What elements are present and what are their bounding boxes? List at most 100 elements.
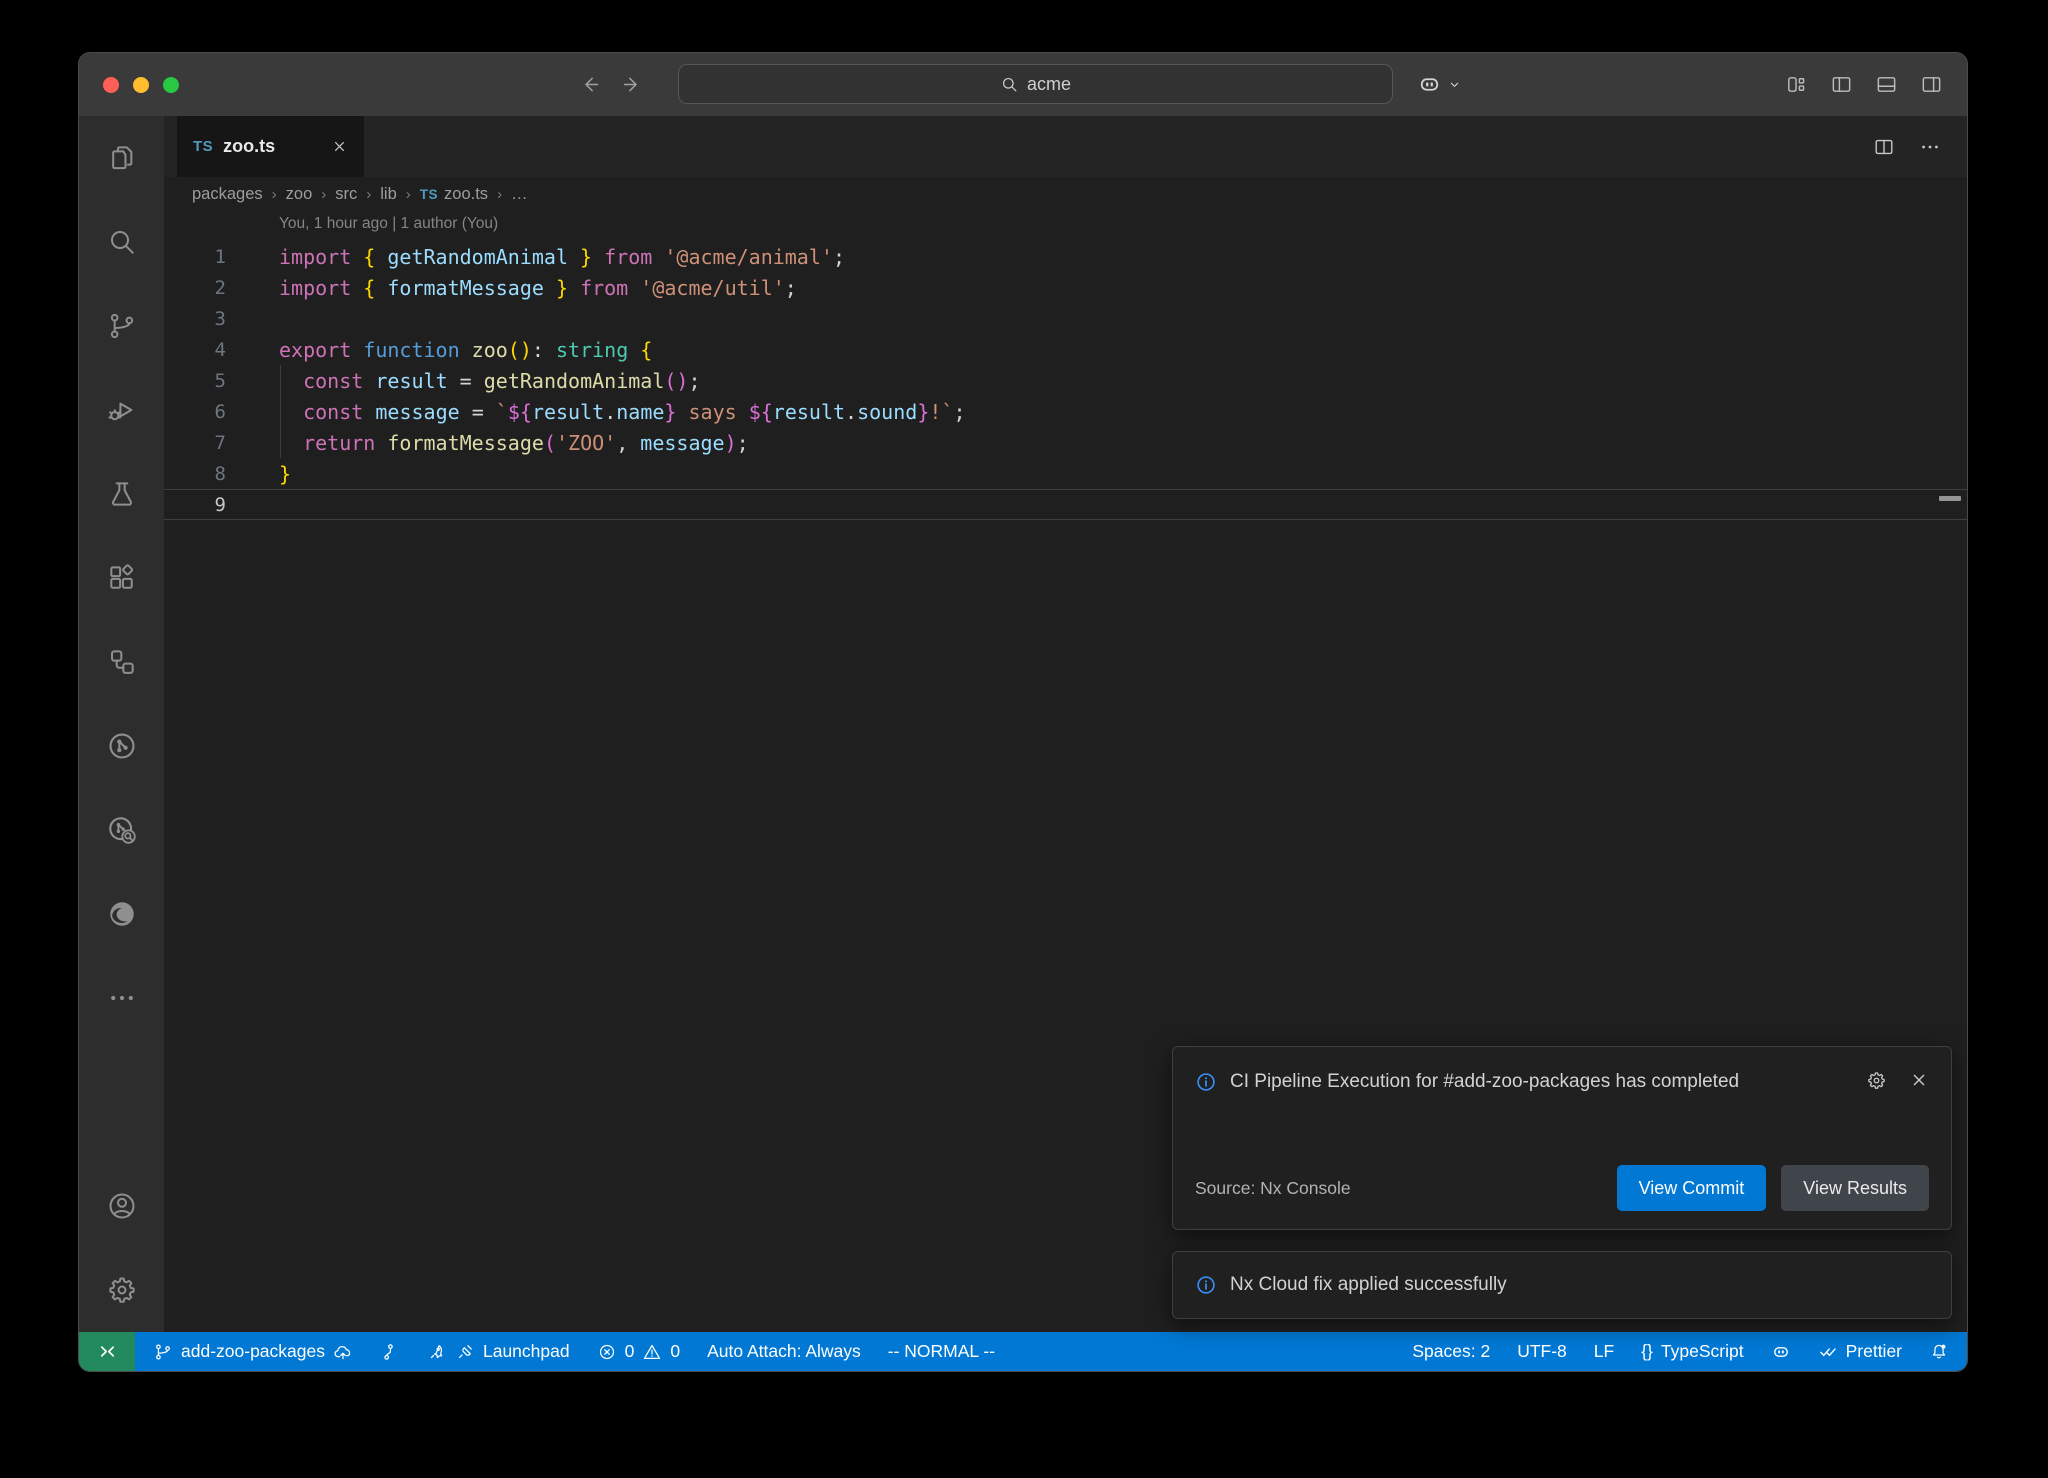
breadcrumb-item[interactable]: …	[511, 185, 528, 204]
explorer-icon	[106, 142, 138, 174]
status-encoding[interactable]: UTF-8	[1517, 1341, 1567, 1362]
activity-item-search[interactable]	[79, 200, 164, 284]
line-text: export function zoo(): string {	[226, 338, 652, 362]
code-editor[interactable]: 1import { getRandomAnimal } from '@acme/…	[164, 241, 1967, 520]
line-text: return formatMessage('ZOO', message);	[226, 431, 749, 455]
status-language-mode[interactable]: {}TypeScript	[1641, 1341, 1743, 1362]
command-center-search[interactable]: acme	[678, 64, 1393, 104]
activity-item-nx-cloud[interactable]	[79, 788, 164, 872]
breadcrumb-item[interactable]: lib	[380, 185, 397, 204]
view-commit-button[interactable]: View Commit	[1617, 1165, 1767, 1211]
status-text: UTF-8	[1517, 1341, 1567, 1362]
status-auto-attach[interactable]: Auto Attach: Always	[707, 1341, 861, 1362]
activity-item-explorer[interactable]	[79, 116, 164, 200]
status-text: {}	[1641, 1341, 1653, 1362]
breadcrumb-item[interactable]: TSzoo.ts	[420, 185, 488, 204]
line-number: 3	[164, 308, 226, 330]
toggle-secondary-sidebar-icon[interactable]	[1920, 73, 1943, 96]
line-text: import { formatMessage } from '@acme/uti…	[226, 276, 797, 300]
close-tab-icon[interactable]	[331, 138, 348, 155]
status-vim-mode[interactable]: -- NORMAL --	[888, 1341, 995, 1362]
copilot-icon	[1771, 1342, 1791, 1362]
typescript-file-icon: TS	[420, 187, 438, 202]
status-launchpad[interactable]: Launchpad	[427, 1341, 570, 1362]
activity-item-run-and-debug[interactable]	[79, 368, 164, 452]
overview-ruler-mark	[1939, 496, 1961, 501]
activity-item-extensions[interactable]	[79, 536, 164, 620]
breadcrumb-separator: ›	[272, 186, 277, 203]
code-line-1[interactable]: 1import { getRandomAnimal } from '@acme/…	[164, 241, 1967, 272]
testing-icon	[106, 478, 138, 510]
activity-item-testing[interactable]	[79, 452, 164, 536]
code-line-2[interactable]: 2import { formatMessage } from '@acme/ut…	[164, 272, 1967, 303]
status-notifications-bell[interactable]	[1929, 1342, 1949, 1362]
toggle-primary-sidebar-icon[interactable]	[1830, 73, 1853, 96]
status-indentation[interactable]: Spaces: 2	[1412, 1341, 1490, 1362]
breadcrumb-item[interactable]: src	[335, 185, 357, 204]
minimize-button[interactable]	[133, 77, 149, 93]
breadcrumb-separator: ›	[321, 186, 326, 203]
activity-item-more[interactable]	[79, 956, 164, 1040]
status-eol[interactable]: LF	[1594, 1341, 1614, 1362]
customize-layout-icon[interactable]	[1785, 73, 1808, 96]
line-text: }	[226, 462, 291, 486]
copilot-icon	[1417, 72, 1442, 97]
breadcrumb-item[interactable]: zoo	[286, 185, 313, 204]
zoom-button[interactable]	[163, 77, 179, 93]
split-editor-icon[interactable]	[1873, 136, 1895, 158]
activity-item-nx-console[interactable]	[79, 620, 164, 704]
toggle-panel-icon[interactable]	[1875, 73, 1898, 96]
tab-zoo-ts[interactable]: TS zoo.ts	[177, 116, 364, 177]
search-icon	[1000, 75, 1019, 94]
code-line-3[interactable]: 3	[164, 303, 1967, 334]
tab-label: zoo.ts	[223, 136, 321, 157]
git-blame-annotation: You, 1 hour ago | 1 author (You)	[279, 215, 498, 233]
line-number: 6	[164, 401, 226, 423]
tab-bar: TS zoo.ts	[164, 116, 1967, 177]
activity-item-accounts[interactable]	[79, 1164, 164, 1248]
more-actions-icon[interactable]	[1919, 136, 1941, 158]
project-graph-icon	[106, 730, 138, 762]
notification-source: Source: Nx Console	[1195, 1178, 1351, 1199]
status-copilot[interactable]	[1771, 1342, 1791, 1362]
status-text: Prettier	[1846, 1341, 1902, 1362]
activity-item-edge-browser[interactable]	[79, 872, 164, 956]
status-prettier[interactable]: Prettier	[1818, 1341, 1902, 1362]
line-number: 4	[164, 339, 226, 361]
search-icon	[106, 226, 138, 258]
status-text: Spaces: 2	[1412, 1341, 1490, 1362]
search-value: acme	[1027, 74, 1071, 95]
code-line-6[interactable]: 6 const message = `${result.name} says $…	[164, 396, 1967, 427]
activity-item-settings[interactable]	[79, 1248, 164, 1332]
activity-item-source-control[interactable]	[79, 284, 164, 368]
line-text: const message = `${result.name} says ${r…	[226, 400, 966, 424]
extensions-icon	[106, 562, 138, 594]
copilot-menu[interactable]	[1417, 53, 1462, 116]
status-git-branch[interactable]: add-zoo-packages	[153, 1341, 353, 1362]
status-commit-graph[interactable]	[380, 1342, 400, 1362]
notification-settings-icon[interactable]	[1866, 1070, 1887, 1091]
code-line-7[interactable]: 7 return formatMessage('ZOO', message);	[164, 427, 1967, 458]
status-text: 0	[625, 1341, 635, 1362]
double-check-icon	[1818, 1342, 1838, 1362]
nx-cloud-icon	[106, 814, 138, 846]
notification-close-icon[interactable]	[1909, 1070, 1929, 1090]
line-number: 5	[164, 370, 226, 392]
history-nav	[579, 53, 643, 116]
notification-nx-cloud-fix: Nx Cloud fix applied successfully	[1172, 1251, 1952, 1319]
breadcrumb-item[interactable]: packages	[192, 185, 263, 204]
code-line-4[interactable]: 4export function zoo(): string {	[164, 334, 1967, 365]
line-number: 1	[164, 246, 226, 268]
line-number: 8	[164, 463, 226, 485]
window-controls	[103, 53, 179, 116]
status-problems[interactable]: 00	[597, 1341, 680, 1362]
activity-item-project-graph[interactable]	[79, 704, 164, 788]
code-line-8[interactable]: 8}	[164, 458, 1967, 489]
back-arrow-icon[interactable]	[579, 74, 600, 95]
view-results-button[interactable]: View Results	[1781, 1165, 1929, 1211]
code-line-9[interactable]: 9	[164, 489, 1967, 520]
remote-indicator[interactable]	[79, 1332, 135, 1371]
forward-arrow-icon[interactable]	[622, 74, 643, 95]
code-line-5[interactable]: 5 const result = getRandomAnimal();	[164, 365, 1967, 396]
close-button[interactable]	[103, 77, 119, 93]
